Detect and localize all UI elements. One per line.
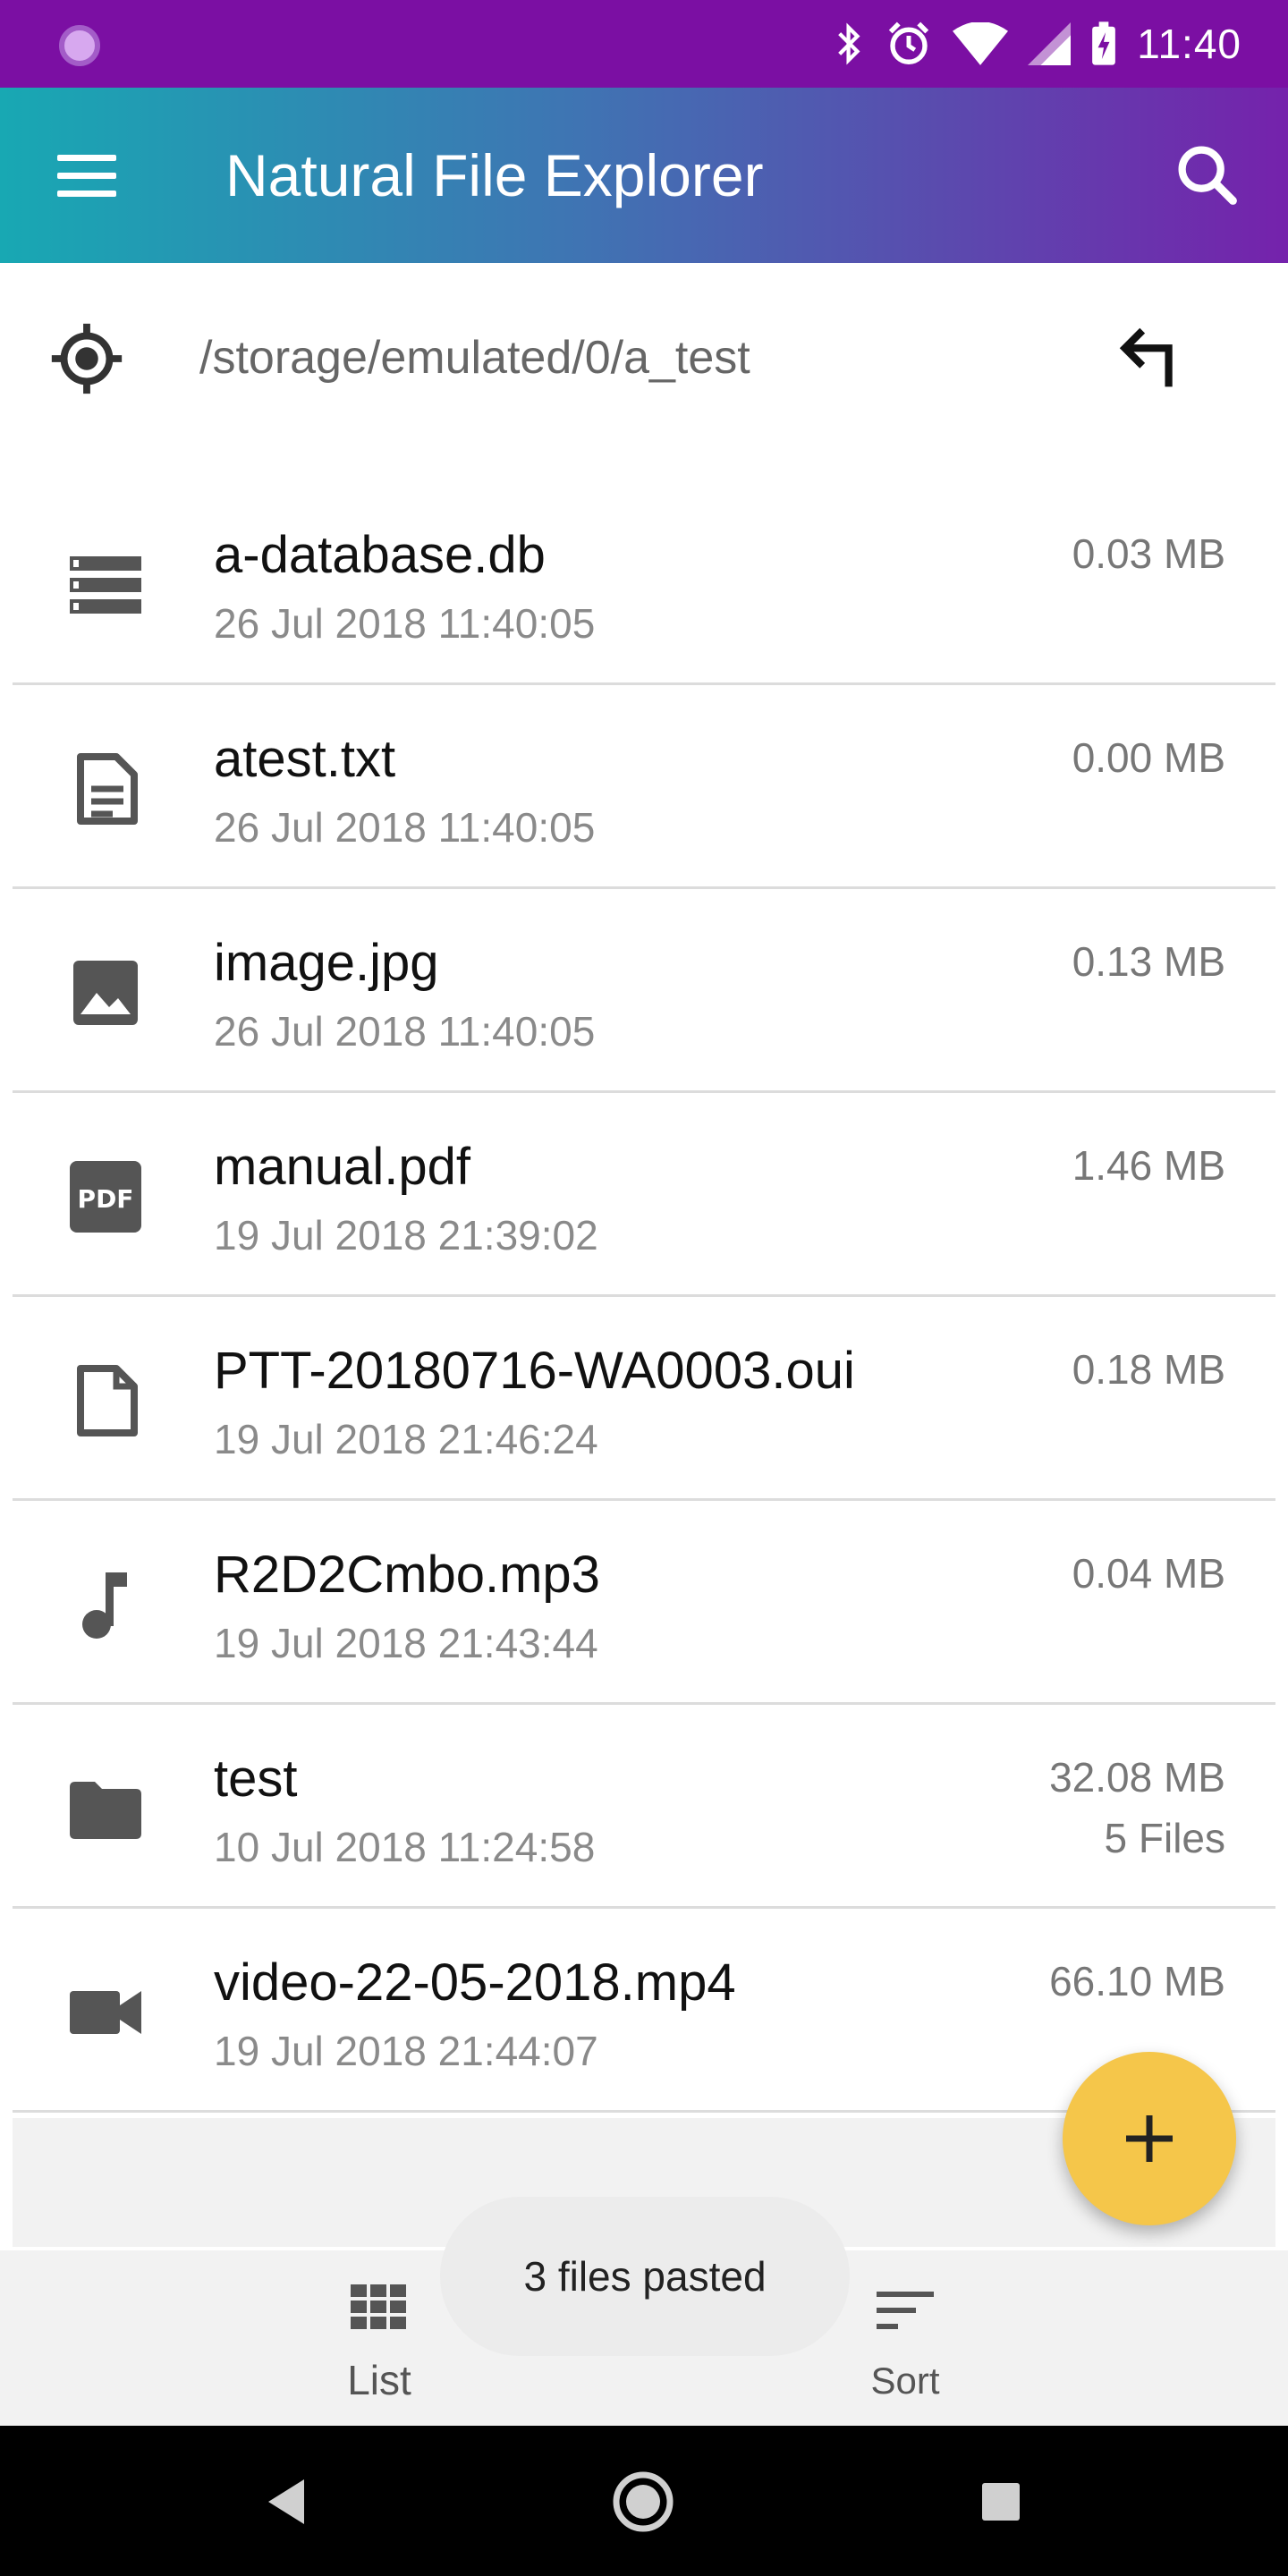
arrow-up-left-icon: [1119, 327, 1173, 387]
file-name: test: [214, 1750, 298, 1808]
pdf-icon-label: PDF: [78, 1184, 134, 1214]
current-path: /storage/emulated/0/a_test: [199, 332, 750, 384]
sort-label: Sort: [870, 2360, 940, 2402]
search-button[interactable]: [1166, 134, 1250, 218]
app-bar: Natural File Explorer: [0, 88, 1288, 263]
location-target-icon: [51, 323, 123, 394]
file-item[interactable]: R2D2Cmbo.mp3 19 Jul 2018 21:43:44 0.04 M…: [13, 1501, 1275, 1705]
add-button[interactable]: [1063, 2052, 1236, 2225]
battery-charging-icon: [1092, 21, 1116, 65]
home-button[interactable]: [603, 2462, 683, 2542]
menu-button[interactable]: [45, 141, 131, 209]
bluetooth-icon: [838, 22, 860, 65]
file-size: 0.03 MB: [1072, 530, 1225, 577]
database-icon: [70, 556, 141, 614]
file-item[interactable]: PDF manual.pdf 19 Jul 2018 21:39:02 1.46…: [13, 1093, 1275, 1297]
recents-square-icon: [982, 2483, 1020, 2521]
grid-icon: [351, 2284, 406, 2329]
notification-icon: [59, 25, 100, 66]
system-nav-bar: [0, 2426, 1288, 2576]
file-size: 0.00 MB: [1072, 734, 1225, 781]
file-name: atest.txt: [214, 730, 396, 788]
file-size: 66.10 MB: [1049, 1958, 1225, 2004]
path-bar: /storage/emulated/0/a_test: [0, 263, 1288, 442]
file-name: video-22-05-2018.mp4: [214, 1953, 736, 2012]
back-triangle-icon: [268, 2479, 304, 2524]
back-button[interactable]: [247, 2462, 327, 2542]
locate-button[interactable]: [45, 317, 129, 401]
menu-icon: [57, 154, 116, 161]
file-name: image.jpg: [214, 934, 439, 992]
folder-icon: [70, 1782, 141, 1839]
alarm-icon: [889, 21, 929, 64]
file-item[interactable]: image.jpg 26 Jul 2018 11:40:05 0.13 MB: [13, 889, 1275, 1093]
wifi-icon: [953, 22, 1009, 65]
file-date: 19 Jul 2018 21:39:02: [214, 1212, 598, 1258]
text-file-icon: [77, 753, 138, 825]
file-list: a-database.db 26 Jul 2018 11:40:05 0.03 …: [0, 481, 1288, 2113]
status-time: 11:40: [1137, 21, 1241, 67]
file-size: 0.04 MB: [1072, 1550, 1225, 1597]
file-name: R2D2Cmbo.mp3: [214, 1546, 600, 1604]
file-date: 26 Jul 2018 11:40:05: [214, 804, 596, 851]
file-name: manual.pdf: [214, 1138, 470, 1196]
pdf-icon: PDF: [70, 1161, 141, 1233]
file-date: 19 Jul 2018 21:43:44: [214, 1620, 598, 1666]
file-item[interactable]: atest.txt 26 Jul 2018 11:40:05 0.00 MB: [13, 685, 1275, 889]
parent-directory-button[interactable]: [1109, 317, 1193, 401]
search-icon: [1178, 146, 1237, 205]
signal-icon: [1028, 22, 1072, 65]
generic-file-icon: [77, 1365, 138, 1436]
file-item[interactable]: a-database.db 26 Jul 2018 11:40:05 0.03 …: [13, 481, 1275, 685]
status-bar: 11:40: [0, 0, 1288, 88]
folder-file-count: 5 Files: [1104, 1815, 1225, 1861]
app-title: Natural File Explorer: [225, 142, 764, 208]
toast-message: 3 files pasted: [440, 2197, 850, 2356]
file-size: 1.46 MB: [1072, 1142, 1225, 1189]
file-date: 19 Jul 2018 21:46:24: [214, 1416, 598, 1462]
file-date: 10 Jul 2018 11:24:58: [214, 1824, 596, 1870]
file-size: 32.08 MB: [1049, 1754, 1225, 1801]
list-label: List: [347, 2357, 411, 2403]
music-note-icon: [82, 1572, 127, 1639]
folder-item[interactable]: test 10 Jul 2018 11:24:58 32.08 MB 5 Fil…: [13, 1705, 1275, 1909]
file-name: PTT-20180716-WA0003.oui: [214, 1342, 855, 1400]
file-name: a-database.db: [214, 526, 546, 584]
file-date: 26 Jul 2018 11:40:05: [214, 1008, 596, 1055]
status-icons: 11:40: [835, 16, 1241, 72]
list-view-button[interactable]: List: [290, 2284, 469, 2410]
file-size: 0.18 MB: [1072, 1346, 1225, 1393]
file-item[interactable]: PTT-20180716-WA0003.oui 19 Jul 2018 21:4…: [13, 1297, 1275, 1501]
file-date: 19 Jul 2018 21:44:07: [214, 2028, 598, 2074]
sort-icon: [877, 2292, 934, 2329]
file-size: 0.13 MB: [1072, 938, 1225, 985]
file-date: 26 Jul 2018 11:40:05: [214, 600, 596, 647]
home-circle-icon: [613, 2471, 674, 2532]
image-icon: [73, 961, 138, 1025]
recents-button[interactable]: [961, 2462, 1041, 2542]
video-camera-icon: [70, 1991, 141, 2034]
